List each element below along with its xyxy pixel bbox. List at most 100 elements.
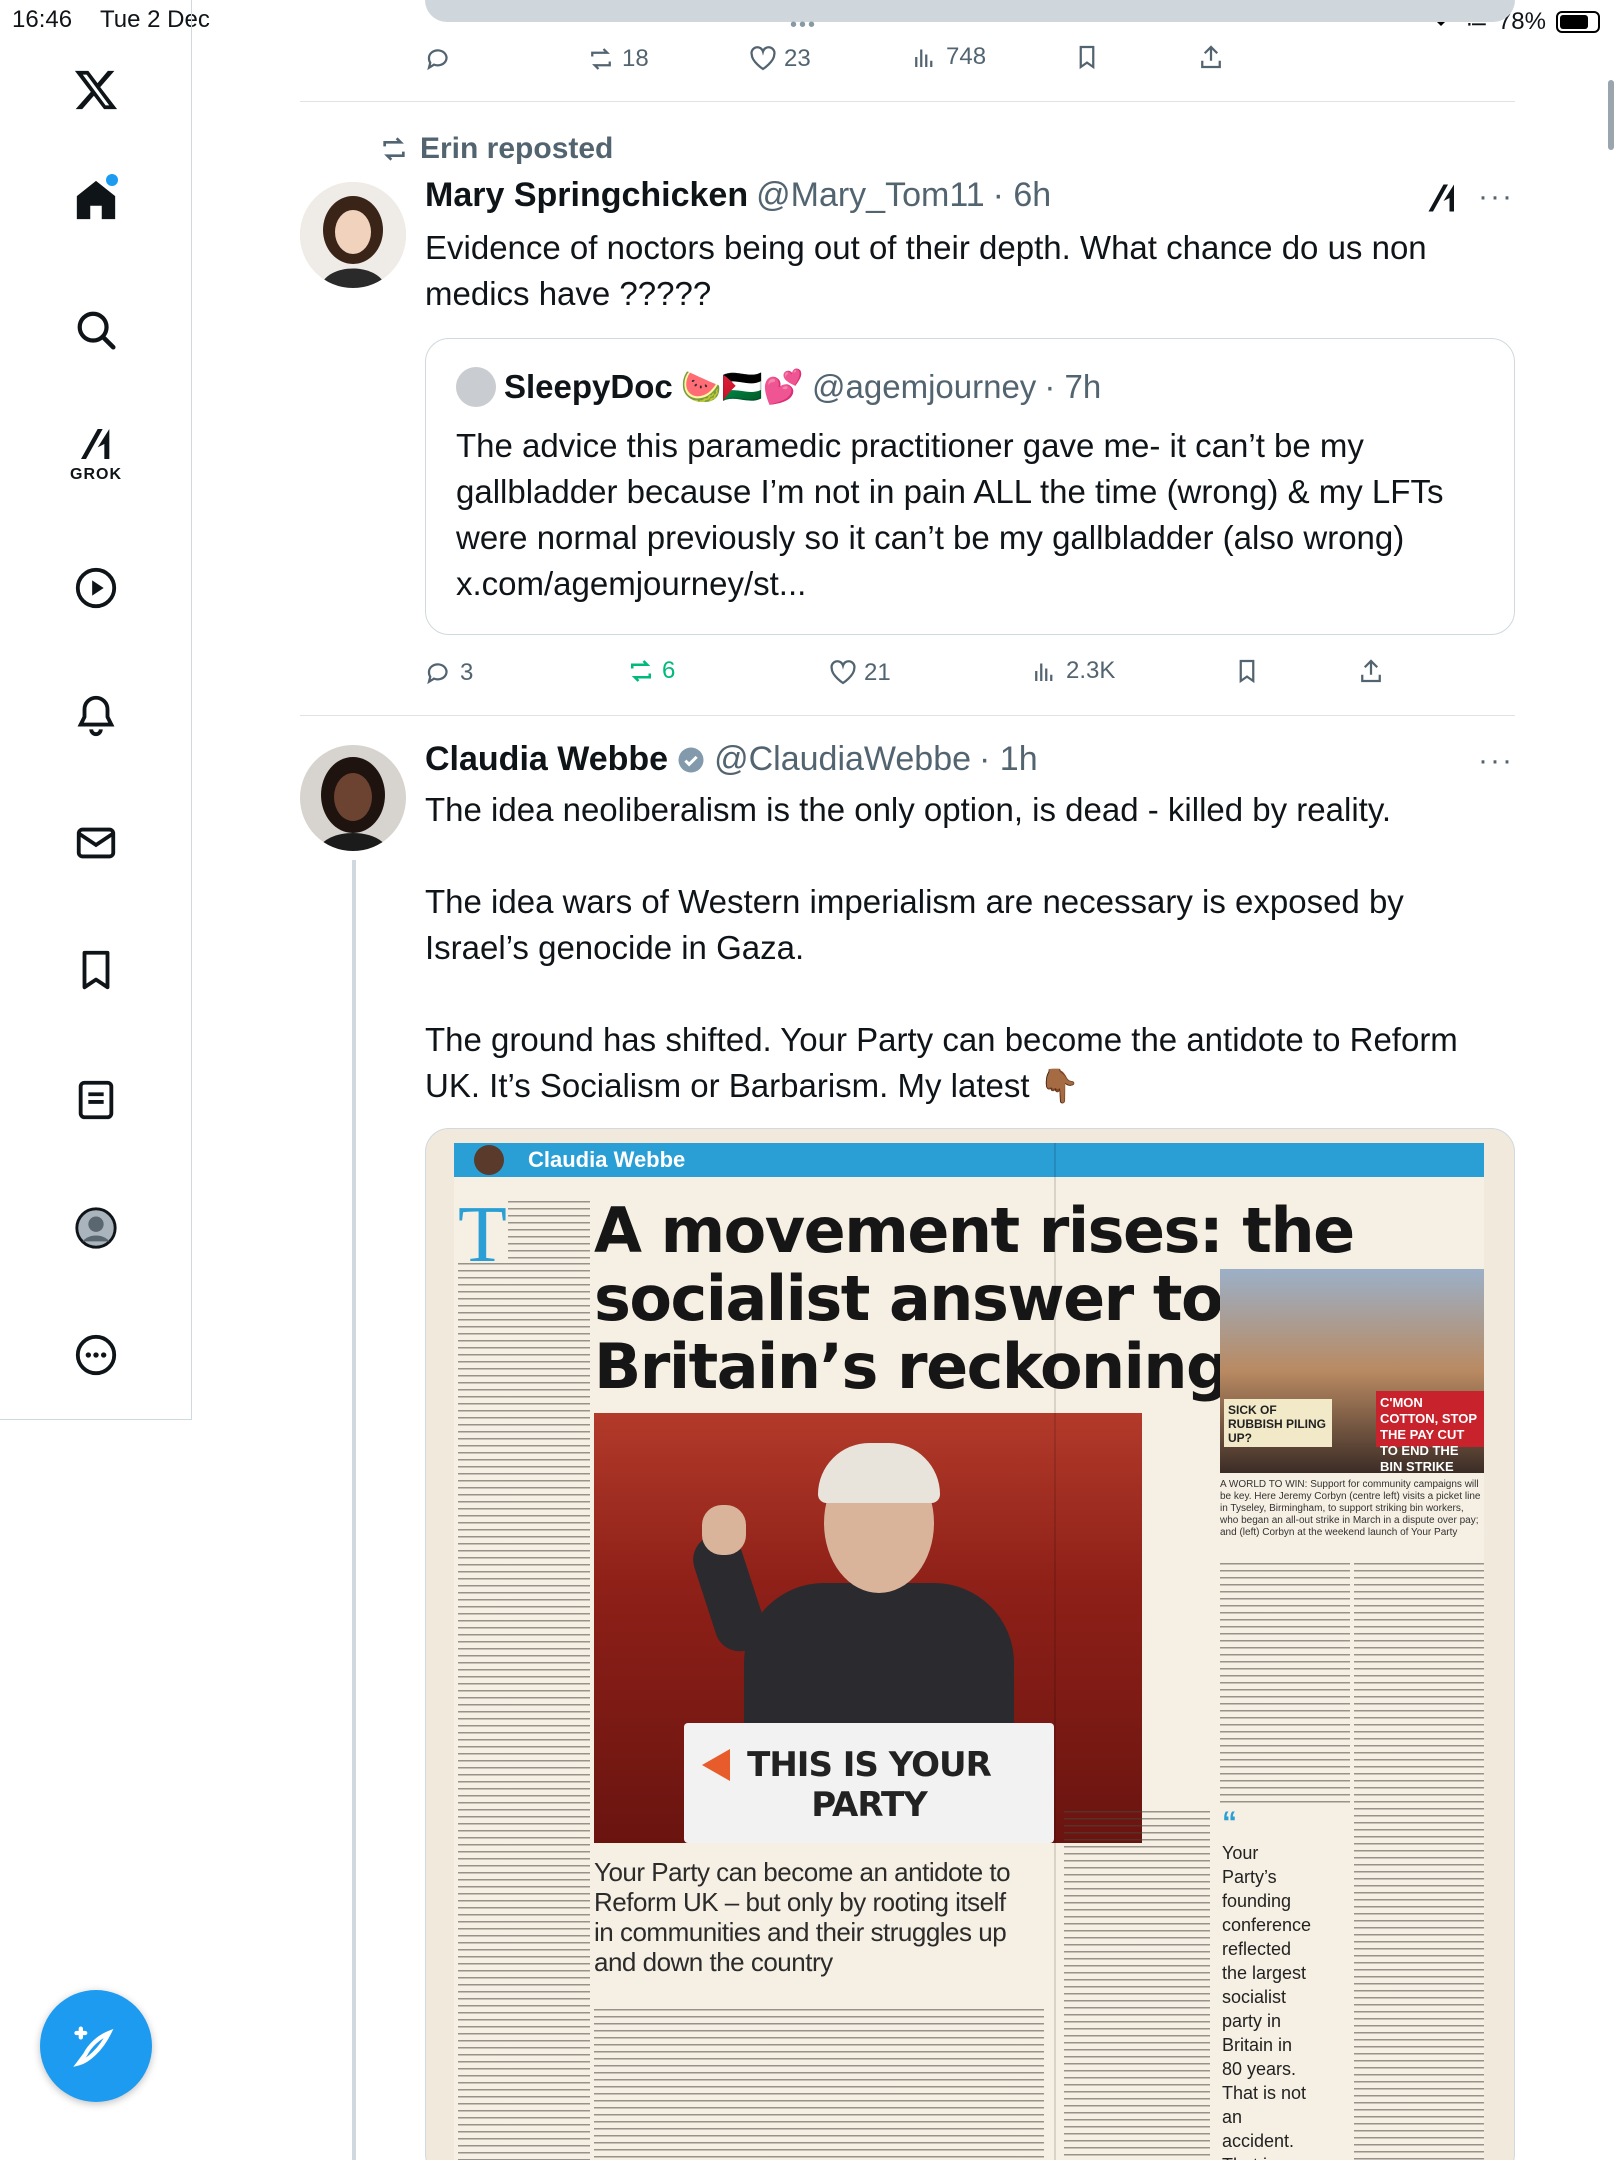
reply-icon <box>427 663 448 685</box>
quoted-tweet-time: · 7h <box>1044 368 1102 405</box>
nav-home[interactable] <box>56 160 136 240</box>
byline-avatar <box>474 1145 504 1175</box>
photo-figure-hand <box>702 1505 746 1555</box>
body-text-column <box>508 1201 590 1261</box>
pull-quote-text: Your Party’s founding conference reflect… <box>1222 1843 1312 2160</box>
more-circle-icon <box>75 1334 117 1376</box>
author-name[interactable]: Mary Springchicken <box>425 176 748 215</box>
nav-search[interactable] <box>56 290 136 370</box>
tweet-time[interactable]: · 6h <box>993 176 1052 215</box>
quoted-author-emojis: 🍉🇵🇸💕 <box>680 367 805 405</box>
nav-notifications[interactable] <box>56 675 136 755</box>
bookmark-icon <box>82 950 110 990</box>
avatar[interactable] <box>300 745 406 851</box>
avatar-image <box>300 745 406 851</box>
nav-bookmarks[interactable] <box>56 930 136 1010</box>
compose-feather-icon <box>73 2026 114 2067</box>
corbyn-podium-photo: THIS IS YOUR PARTY <box>594 1413 1142 1843</box>
like-count: 23 <box>784 45 811 72</box>
verified-badge-icon <box>678 747 704 772</box>
views-chart-icon <box>915 49 933 67</box>
avatar[interactable] <box>300 182 406 288</box>
divider <box>300 715 1515 716</box>
play-icon <box>75 567 117 609</box>
repost-label: Erin reposted <box>420 132 614 165</box>
battery-icon <box>1556 10 1600 33</box>
home-notification-dot <box>106 174 118 186</box>
author-handle[interactable]: @Mary_Tom11 <box>756 176 985 215</box>
share-button[interactable] <box>1356 656 1386 686</box>
quoted-tweet[interactable]: SleepyDoc 🍉🇵🇸💕 @agemjourney · 7h The adv… <box>425 338 1515 635</box>
repost-icon <box>591 48 611 70</box>
grok-icon <box>81 429 110 459</box>
compose-button[interactable] <box>40 1990 152 2102</box>
nav-video[interactable] <box>56 548 136 628</box>
body-text-column <box>458 1263 590 2160</box>
byline-bar: Claudia Webbe <box>454 1143 1484 1177</box>
nav-lists[interactable] <box>56 1060 136 1140</box>
grok-explain-icon[interactable] <box>1424 180 1460 221</box>
author-handle[interactable]: @ClaudiaWebbe <box>714 740 971 779</box>
bookmark-button[interactable] <box>1232 656 1262 686</box>
tweet-paragraph: The ground has shifted. Your Party can b… <box>425 1021 1458 1104</box>
reply-button[interactable]: 3 <box>424 658 473 688</box>
headline-line: A movement rises: the <box>594 1194 1355 1267</box>
reply-icon <box>427 49 448 71</box>
reply-button[interactable] <box>424 44 454 74</box>
reply-count: 3 <box>460 659 474 686</box>
article-image[interactable]: Claudia Webbe T A movement rises: the so… <box>425 1128 1515 2160</box>
repost-context: Erin reposted <box>378 132 613 166</box>
page-fold <box>1054 1143 1056 2160</box>
scroll-indicator[interactable] <box>1608 80 1614 150</box>
pull-quote: “ Your Party’s founding conference refle… <box>1222 1806 1312 2160</box>
author-name[interactable]: Claudia Webbe <box>425 740 668 779</box>
heart-icon <box>750 46 776 71</box>
bookmark-icon <box>1239 659 1255 684</box>
views-chart-icon <box>1035 663 1053 681</box>
nav-messages[interactable] <box>56 803 136 883</box>
body-text-column <box>1354 1563 1484 2160</box>
like-count: 21 <box>864 659 891 686</box>
search-icon <box>77 311 116 350</box>
views-button[interactable]: 2.3K <box>1030 656 1115 686</box>
repost-icon <box>383 137 405 161</box>
grok-label: GROK <box>70 466 122 483</box>
repost-count: 18 <box>622 45 649 72</box>
quoted-author-name: SleepyDoc <box>504 368 673 405</box>
quoted-avatar <box>456 367 496 407</box>
tweet-more-button[interactable]: ··· <box>1478 180 1514 214</box>
nav-profile[interactable] <box>56 1188 136 1268</box>
like-button[interactable]: 23 <box>748 44 811 74</box>
picket-line-photo: SICK OF RUBBISH PILING UP? C'MON COTTON,… <box>1220 1269 1484 1474</box>
tweet-header: Claudia Webbe @ClaudiaWebbe · 1h <box>425 740 1038 779</box>
photo-figure-hair <box>818 1443 940 1503</box>
bookmark-button[interactable] <box>1072 42 1102 72</box>
views-button[interactable]: 748 <box>910 42 986 72</box>
tweet-header: Mary Springchicken @Mary_Tom11 · 6h <box>425 176 1051 215</box>
tweet-text: The idea neoliberalism is the only optio… <box>425 787 1515 1109</box>
share-button[interactable] <box>1196 42 1226 72</box>
repost-button[interactable]: 18 <box>586 44 649 74</box>
like-button[interactable]: 21 <box>828 658 891 688</box>
tweet-text: Evidence of noctors being out of their d… <box>425 229 1427 312</box>
quote-mark-icon: “ <box>1222 1806 1237 1839</box>
views-count: 2.3K <box>1066 657 1116 684</box>
thread-connector <box>352 860 356 2160</box>
heart-icon <box>830 660 856 685</box>
left-nav: GROK <box>0 0 192 1420</box>
tweet-more-button[interactable]: ··· <box>1478 744 1514 778</box>
x-logo-icon[interactable] <box>56 50 136 130</box>
mail-icon <box>76 827 116 859</box>
newspaper-page: Claudia Webbe T A movement rises: the so… <box>454 1143 1484 2160</box>
repost-button[interactable]: 6 <box>626 656 675 686</box>
nav-more[interactable] <box>56 1315 136 1395</box>
tweet-time[interactable]: · 1h <box>979 740 1038 779</box>
share-icon <box>1201 45 1221 69</box>
previous-tweet-media[interactable] <box>425 0 1515 22</box>
body-text-column <box>1064 1811 1210 2160</box>
body-text-column <box>594 2009 1044 2160</box>
article-subdeck: Your Party can become an antidote to Ref… <box>594 1857 1011 1977</box>
byline-name: Claudia Webbe <box>528 1147 686 1172</box>
nav-grok[interactable]: GROK <box>56 414 136 494</box>
repost-count: 6 <box>662 657 676 684</box>
